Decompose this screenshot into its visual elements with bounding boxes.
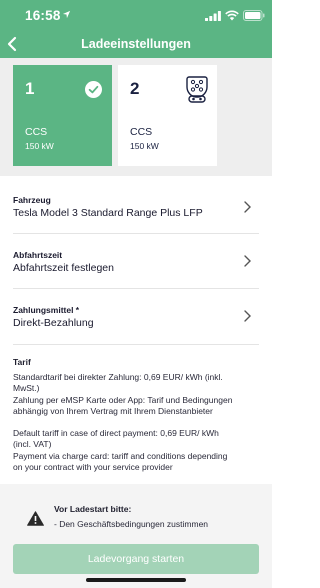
warning-icon [27, 511, 44, 526]
tarif-line: Payment via charge card: tariff and cond… [13, 450, 228, 461]
chevron-right-icon [244, 201, 251, 213]
connector-number: 2 [130, 79, 140, 98]
nav-bar: Ladeeinstellungen [0, 30, 272, 58]
location-arrow-icon [62, 10, 71, 19]
wifi-icon [225, 10, 239, 21]
connector-type: CCS [130, 126, 153, 138]
connector-power: 150 kW [130, 141, 159, 151]
battery-icon [243, 10, 265, 21]
ccs-plug-icon [186, 76, 208, 103]
divider [13, 288, 259, 289]
status-time: 16:58 [25, 8, 61, 23]
check-circle-icon [85, 81, 102, 98]
tarif-line: Standardtarif bei direkter Zahlung: 0,69… [13, 372, 223, 382]
warning-text: - Den Geschäftsbedingungen zustimmen [54, 519, 209, 529]
connector-card-2[interactable]: 2 CCS 150 kW [118, 65, 217, 166]
departure-label: Abfahrtszeit [13, 250, 63, 260]
chevron-right-icon [244, 255, 251, 267]
payment-label: Zahlungsmittel * [13, 305, 80, 315]
vehicle-value: Tesla Model 3 Standard Range Plus LFP [13, 207, 203, 219]
chevron-right-icon [244, 310, 251, 322]
connector-number: 1 [25, 79, 35, 98]
status-bar: 16:58 [0, 0, 272, 30]
connector-card-1[interactable]: 1 CCS 150 kW [13, 65, 112, 166]
tarif-line: abhängig von Ihrem Vertrag mit Ihrem Die… [13, 405, 213, 416]
tarif-text-en: Default tariff in case of direct payment… [13, 428, 263, 473]
tarif-text-de: Standardtarif bei direkter Zahlung: 0,69… [13, 372, 263, 417]
cellular-signal-icon [205, 11, 221, 21]
payment-method-field[interactable]: Zahlungsmittel * Direkt-Bezahlung [0, 300, 272, 340]
warning-title: Vor Ladestart bitte: [54, 504, 132, 514]
departure-time-field[interactable]: Abfahrtszeit Abfahrtszeit festlegen [0, 245, 272, 285]
tarif-line: Default tariff in case of direct payment… [13, 428, 219, 438]
tarif-line: Zahlung per eMSP Karte oder App: Tarif u… [13, 394, 233, 405]
divider [13, 233, 259, 234]
connector-power: 150 kW [25, 141, 54, 151]
start-charging-button[interactable]: Ladevorgang starten [13, 544, 259, 574]
tarif-line: on your contract with your service provi… [13, 461, 173, 472]
tarif-title: Tarif [13, 357, 31, 367]
connector-type: CCS [25, 126, 48, 138]
page-title: Ladeeinstellungen [81, 37, 191, 51]
departure-value: Abfahrtszeit festlegen [13, 262, 114, 274]
tarif-line: MwSt.) [13, 383, 40, 394]
tarif-line: (incl. VAT) [13, 439, 52, 450]
vehicle-label: Fahrzeug [13, 195, 51, 205]
home-indicator [86, 578, 186, 582]
payment-value: Direkt-Bezahlung [13, 317, 94, 329]
vehicle-field[interactable]: Fahrzeug Tesla Model 3 Standard Range Pl… [0, 190, 272, 230]
divider [13, 344, 259, 345]
